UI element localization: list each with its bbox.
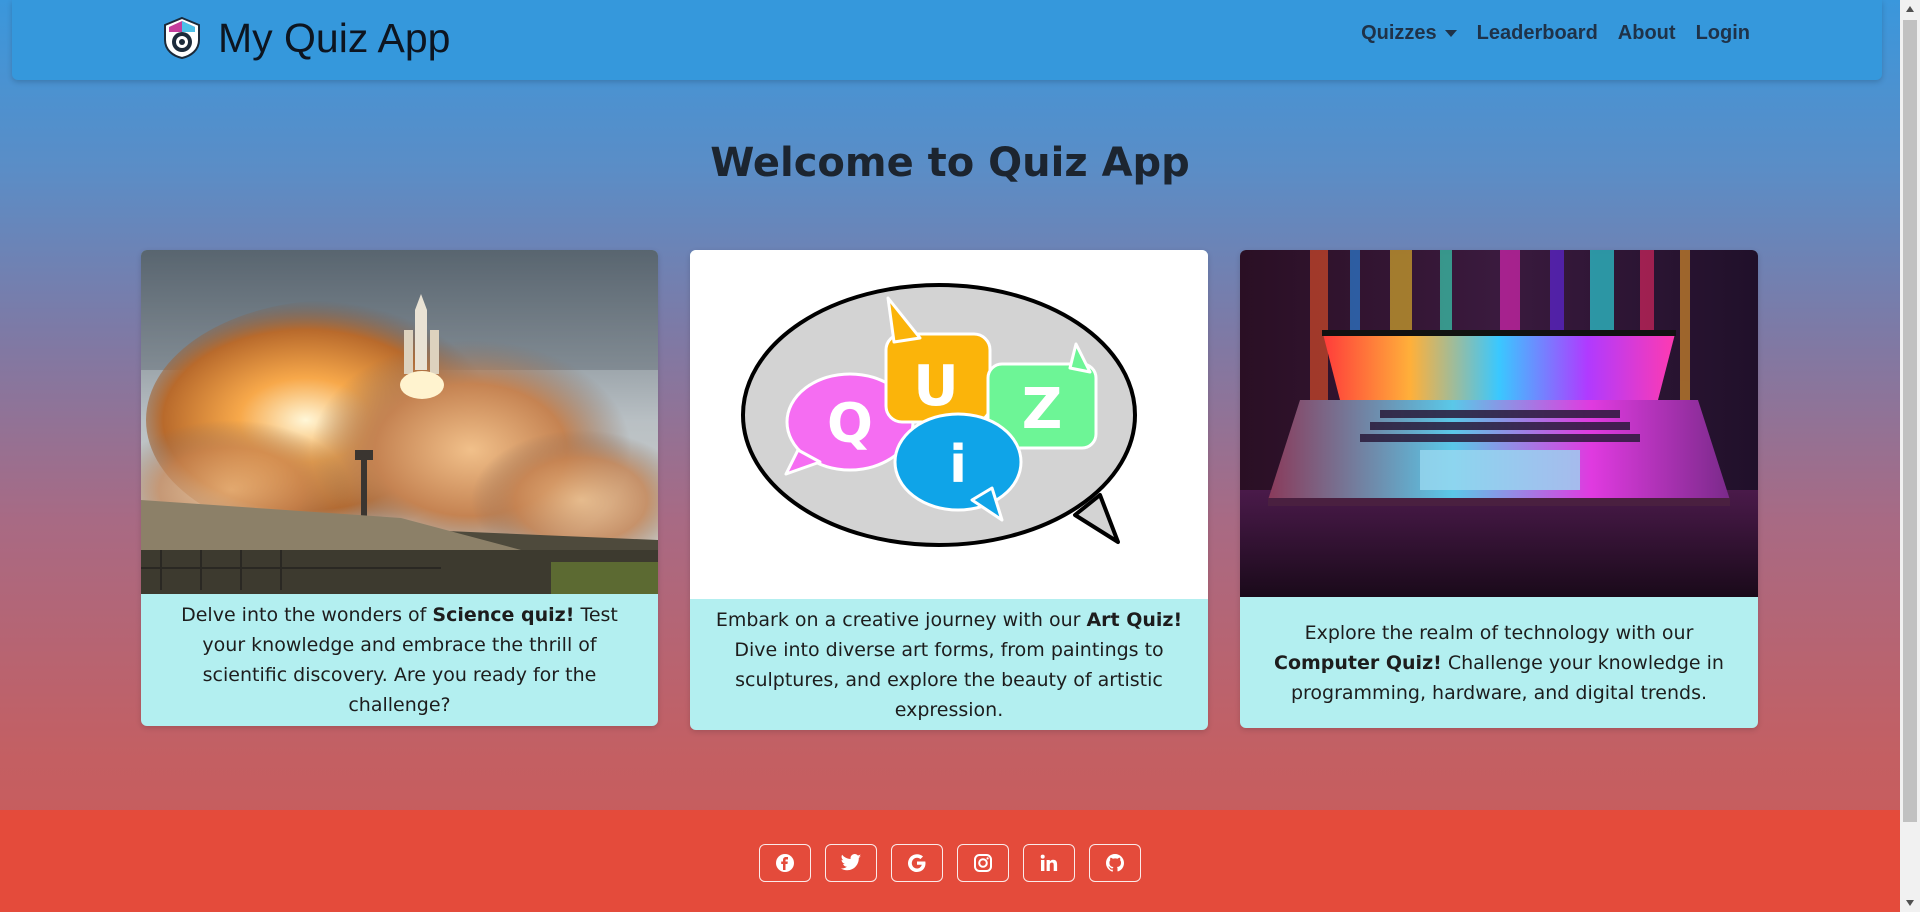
art-quiz-card[interactable]: Q U Z i Embark on a creative journey wit… [690, 250, 1208, 730]
instagram-icon [974, 854, 992, 872]
page-scrollbar[interactable] [1900, 0, 1920, 912]
scroll-down-arrow-icon[interactable] [1900, 894, 1920, 912]
art-card-text: Embark on a creative journey with our Ar… [715, 608, 1183, 721]
computer-card-body: Explore the realm of technology with our… [1240, 597, 1758, 728]
scroll-thumb[interactable] [1903, 20, 1917, 822]
art-card-body: Embark on a creative journey with our Ar… [690, 599, 1208, 730]
footer [0, 810, 1900, 912]
page-title: Welcome to Quiz App [710, 140, 1190, 186]
linkedin-button[interactable] [1023, 844, 1075, 882]
svg-text:Q: Q [827, 392, 873, 455]
rocket-launch-image [141, 250, 658, 594]
nav-quizzes-label: Quizzes [1361, 22, 1437, 44]
science-card-text: Delve into the wonders of Science quiz! … [181, 604, 618, 716]
social-links [0, 844, 1900, 882]
science-card-body: Delve into the wonders of Science quiz! … [141, 594, 658, 726]
github-button[interactable] [1089, 844, 1141, 882]
nav-about[interactable]: About [1618, 22, 1676, 45]
facebook-icon [776, 854, 794, 872]
nav-quizzes-dropdown[interactable]: Quizzes [1361, 22, 1457, 45]
instagram-button[interactable] [957, 844, 1009, 882]
brand-name: My Quiz App [218, 14, 451, 61]
science-quiz-card[interactable]: Delve into the wonders of Science quiz! … [141, 250, 658, 726]
quiz-bubbles-image: Q U Z i [690, 250, 1208, 599]
svg-text:Z: Z [1022, 377, 1063, 442]
twitter-icon [840, 854, 862, 871]
laptop-image [1240, 250, 1758, 597]
nav-leaderboard[interactable]: Leaderboard [1477, 22, 1598, 45]
computer-quiz-card[interactable]: Explore the realm of technology with our… [1240, 250, 1758, 728]
linkedin-icon [1040, 854, 1058, 871]
quiz-logo-icon [164, 16, 200, 60]
page: My Quiz App Quizzes Leaderboard About Lo… [0, 0, 1900, 912]
twitter-button[interactable] [825, 844, 877, 882]
scroll-up-arrow-icon[interactable] [1900, 0, 1920, 18]
science-quiz-link[interactable]: Science quiz! [432, 604, 574, 626]
art-quiz-link[interactable]: Art Quiz! [1086, 609, 1182, 631]
navbar: My Quiz App Quizzes Leaderboard About Lo… [12, 0, 1882, 80]
github-icon [1106, 854, 1124, 872]
google-button[interactable] [891, 844, 943, 882]
brand[interactable]: My Quiz App [160, 10, 450, 66]
computer-card-text: Explore the realm of technology with our… [1274, 621, 1724, 704]
nav-login[interactable]: Login [1696, 22, 1750, 45]
caret-down-icon [1444, 30, 1457, 38]
svg-text:i: i [949, 435, 967, 495]
computer-quiz-link[interactable]: Computer Quiz! [1274, 652, 1442, 674]
nav-links: Quizzes Leaderboard About Login [1361, 22, 1750, 45]
facebook-button[interactable] [759, 844, 811, 882]
google-icon [908, 854, 926, 872]
svg-text:U: U [913, 354, 958, 419]
